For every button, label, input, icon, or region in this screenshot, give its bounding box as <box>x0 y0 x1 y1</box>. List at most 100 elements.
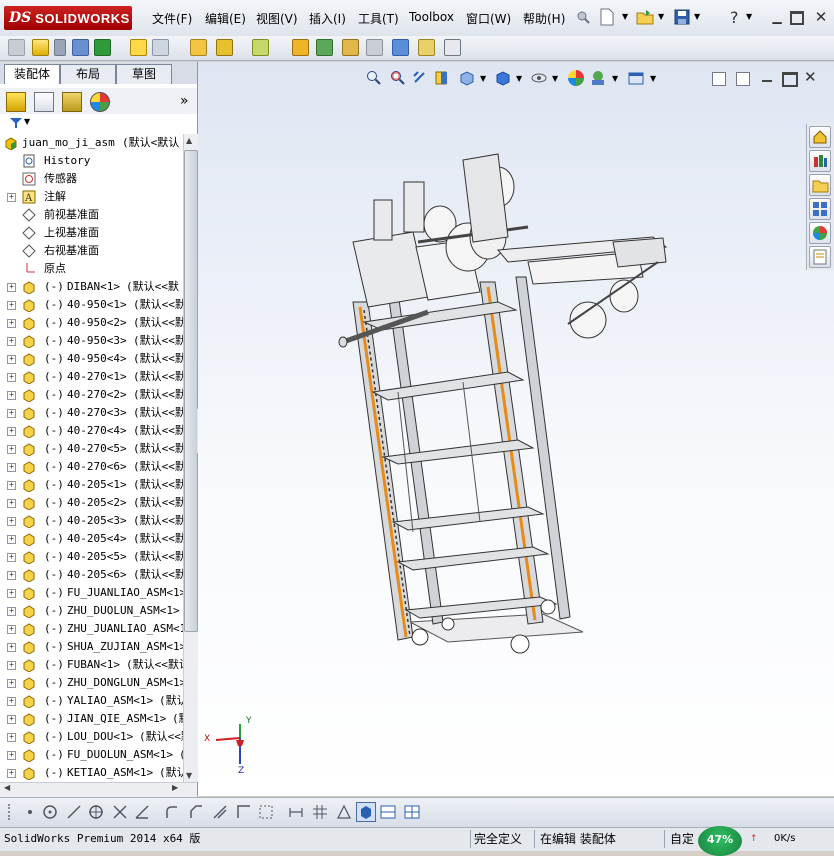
expand-toggle-icon[interactable]: + <box>7 715 16 724</box>
grid-icon[interactable] <box>312 804 328 820</box>
show-hidden-icon[interactable] <box>152 39 169 56</box>
tree-item[interactable]: History <box>0 152 183 170</box>
tree-component[interactable]: + (-) FU_JUANLIAO_ASM<1> <box>0 584 183 602</box>
expand-toggle-icon[interactable]: + <box>7 733 16 742</box>
save-dropdown-icon[interactable]: ▼ <box>694 12 700 21</box>
menu-edit[interactable]: 编辑(E) <box>205 10 246 27</box>
expand-toggle-icon[interactable]: + <box>7 427 16 436</box>
expand-toggle-icon[interactable]: + <box>7 571 16 580</box>
smart-fastener-icon[interactable] <box>94 39 111 56</box>
expand-toggle-icon[interactable]: + <box>7 697 16 706</box>
tree-component[interactable]: + (-) 40-270<4> (默认<<默 <box>0 422 183 440</box>
tree-component[interactable]: + (-) 40-950<1> (默认<<默 <box>0 296 183 314</box>
new-dropdown-icon[interactable]: ▼ <box>622 12 628 21</box>
expand-toggle-icon[interactable]: + <box>7 499 16 508</box>
expand-toggle-icon[interactable]: + <box>7 661 16 670</box>
help-question-icon[interactable]: ? <box>730 8 739 27</box>
construction-geometry-icon[interactable] <box>258 804 274 820</box>
tree-component[interactable]: + (-) 40-270<2> (默认<<默 <box>0 386 183 404</box>
scroll-up-icon[interactable]: ▲ <box>186 136 192 145</box>
tree-component[interactable]: + (-) 40-205<5> (默认<<默 <box>0 548 183 566</box>
expand-toggle-icon[interactable]: + <box>7 517 16 526</box>
fillet-icon[interactable] <box>164 804 180 820</box>
reference-geometry-icon[interactable] <box>216 39 233 56</box>
polygon-icon[interactable] <box>88 804 104 820</box>
property-manager-icon[interactable] <box>34 92 54 112</box>
expand-toggle-icon[interactable]: + <box>7 373 16 382</box>
menu-tools[interactable]: 工具(T) <box>358 10 399 27</box>
configuration-manager-icon[interactable] <box>62 92 82 112</box>
expand-toggle-icon[interactable]: + <box>7 625 16 634</box>
new-motion-study-icon[interactable] <box>252 39 269 56</box>
tree-component[interactable]: + (-) 40-270<5> (默认<<默 <box>0 440 183 458</box>
expand-toggle-icon[interactable]: + <box>7 445 16 454</box>
expand-toggle-icon[interactable]: + <box>7 193 16 202</box>
window-quad-icon[interactable] <box>404 804 420 820</box>
relation-icon[interactable] <box>336 804 352 820</box>
filter-dropdown-icon[interactable]: ▼ <box>24 117 30 126</box>
mate-icon[interactable] <box>32 39 49 56</box>
tree-component[interactable]: + (-) 40-205<2> (默认<<默 <box>0 494 183 512</box>
expand-toggle-icon[interactable]: + <box>7 355 16 364</box>
interference-icon[interactable] <box>366 39 383 56</box>
new-document-icon[interactable] <box>600 8 614 26</box>
circle-icon[interactable] <box>42 804 58 820</box>
clearance-icon[interactable] <box>392 39 409 56</box>
tree-horizontal-scrollbar[interactable] <box>0 782 197 797</box>
assembly-feature-icon[interactable] <box>190 39 207 56</box>
hole-alignment-icon[interactable] <box>418 39 435 56</box>
minimize-icon[interactable]: ▁ <box>770 10 784 24</box>
line-icon[interactable] <box>66 804 82 820</box>
window-split-icon[interactable] <box>380 804 396 820</box>
menu-view[interactable]: 视图(V) <box>256 10 298 27</box>
tree-item[interactable]: 右视基准面 <box>0 242 183 260</box>
tree-item[interactable]: 前视基准面 <box>0 206 183 224</box>
corner-rectangle-icon[interactable] <box>236 804 252 820</box>
expand-toggle-icon[interactable]: + <box>7 553 16 562</box>
bill-of-materials-icon[interactable] <box>292 39 309 56</box>
menu-window[interactable]: 窗口(W) <box>466 10 511 27</box>
expand-toggle-icon[interactable]: + <box>7 337 16 346</box>
move-component-icon[interactable] <box>130 39 147 56</box>
toolbar-grip[interactable] <box>8 804 14 820</box>
point-icon[interactable] <box>24 806 36 818</box>
insert-component-icon[interactable] <box>8 39 25 56</box>
smart-dimension-icon[interactable] <box>288 804 304 820</box>
pattern-icon[interactable] <box>72 39 89 56</box>
tab-layout[interactable]: 布局 <box>60 64 116 84</box>
tab-assembly[interactable]: 装配体 <box>4 64 60 84</box>
tree-component[interactable]: + (-)LOU_DOU<1> (默认<<默 <box>0 728 183 746</box>
trim-icon[interactable] <box>112 804 128 820</box>
help-dropdown-icon[interactable]: ▼ <box>746 12 752 21</box>
filter-icon[interactable] <box>10 117 22 129</box>
scroll-down-icon[interactable]: ▼ <box>186 771 192 780</box>
feature-manager-icon[interactable] <box>6 92 26 112</box>
expand-toggle-icon[interactable]: + <box>7 409 16 418</box>
view-cube-icon[interactable] <box>356 802 376 822</box>
tree-component[interactable]: + (-) 40-270<3> (默认<<默 <box>0 404 183 422</box>
tree-item[interactable]: 传感器 <box>0 170 183 188</box>
tree-component[interactable]: + (-) 40-270<6> (默认<<默 <box>0 458 183 476</box>
menu-help[interactable]: 帮助(H) <box>523 10 565 27</box>
tree-component[interactable]: + (-) 40-205<6> (默认<<默 <box>0 566 183 584</box>
expand-toggle-icon[interactable]: + <box>7 319 16 328</box>
expand-toggle-icon[interactable]: + <box>7 391 16 400</box>
tree-component[interactable]: + (-) ZHU_DONGLUN_ASM<1> <box>0 674 183 692</box>
expand-toggle-icon[interactable]: + <box>7 301 16 310</box>
expand-toggle-icon[interactable]: + <box>7 589 16 598</box>
pin-icon[interactable] <box>576 10 590 24</box>
expand-toggle-icon[interactable]: + <box>7 535 16 544</box>
pin-tool-icon[interactable] <box>54 39 66 56</box>
tree-component[interactable]: +(-)ZHU_DUOLUN_ASM<1>( <box>0 602 183 620</box>
tab-sketch[interactable]: 草图 <box>116 64 172 84</box>
tree-component[interactable]: + (-) DIBAN<1> (默认<<默 <box>0 278 183 296</box>
chamfer-icon[interactable] <box>188 804 204 820</box>
tree-item[interactable]: 原点 <box>0 260 183 278</box>
expand-toggle-icon[interactable]: + <box>7 283 16 292</box>
expand-toggle-icon[interactable]: + <box>7 679 16 688</box>
expand-toggle-icon[interactable]: + <box>7 481 16 490</box>
tree-component[interactable]: + (-)JIAN_QIE_ASM<1> (默 <box>0 710 183 728</box>
tree-component[interactable]: +(-)FU_DUOLUN_ASM<1>(默 <box>0 746 183 764</box>
save-icon[interactable] <box>674 9 690 25</box>
open-dropdown-icon[interactable]: ▼ <box>658 12 664 21</box>
